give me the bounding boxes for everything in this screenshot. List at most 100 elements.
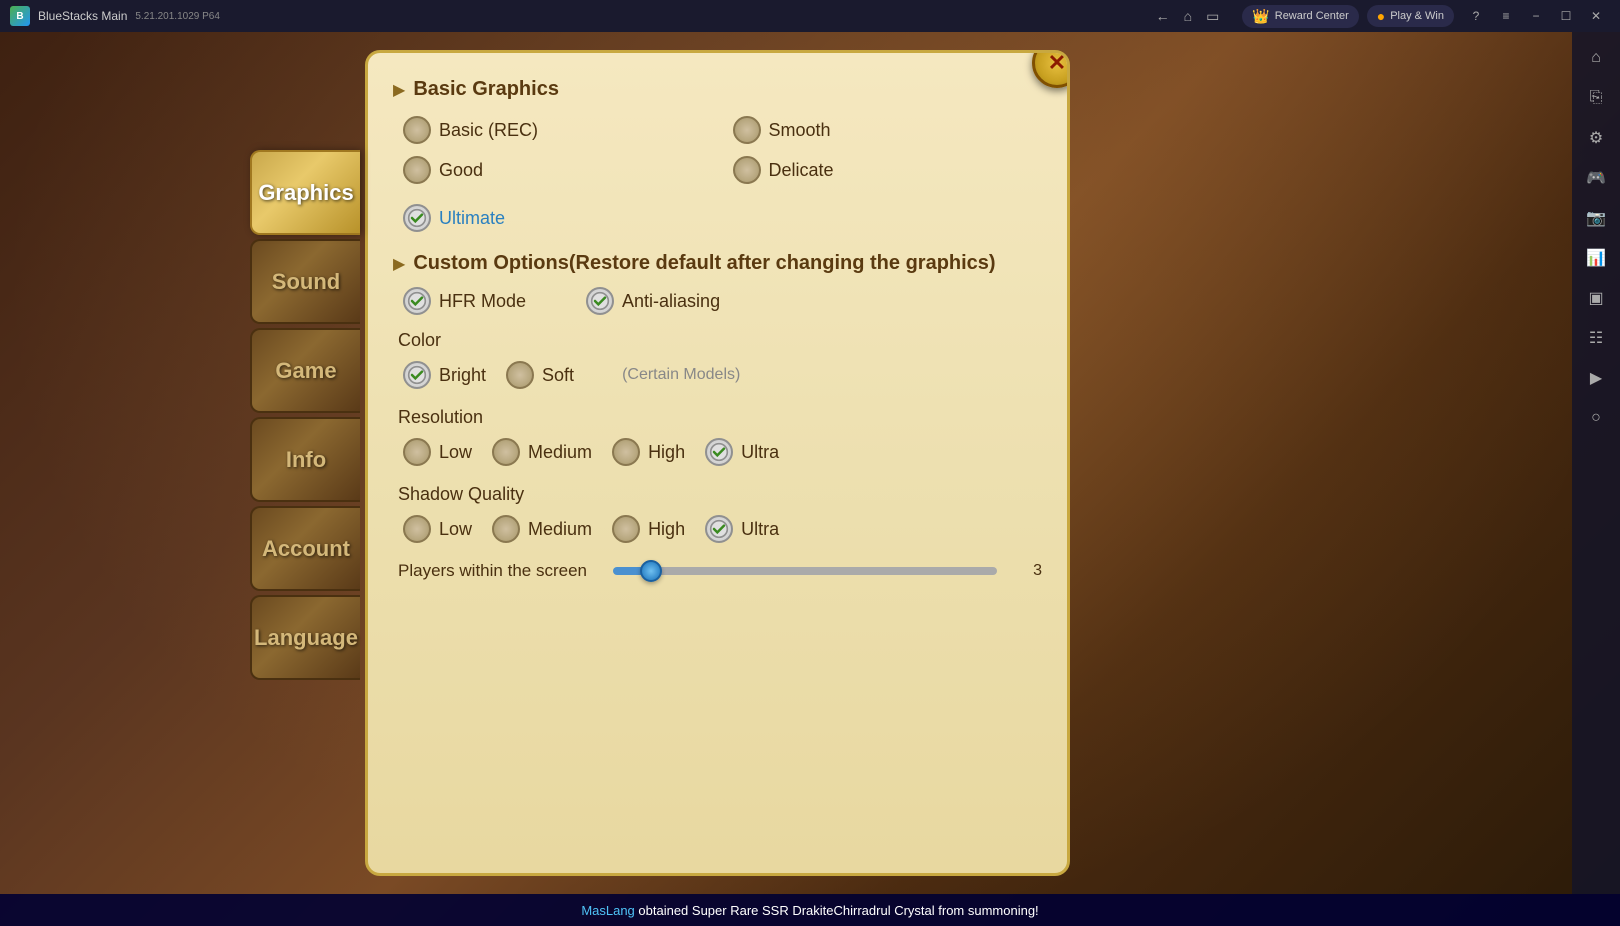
- radio-hfr-mode: [403, 287, 431, 315]
- label-shadow-medium: Medium: [528, 519, 592, 540]
- option-soft[interactable]: Soft: [506, 361, 574, 389]
- tab-game[interactable]: Game: [250, 328, 360, 413]
- option-res-high[interactable]: High: [612, 438, 685, 466]
- radio-basic-rec: [403, 116, 431, 144]
- app-subtitle: 5.21.201.1029 P64: [135, 11, 220, 22]
- option-ultimate[interactable]: Ultimate: [393, 204, 1042, 232]
- option-shadow-ultra[interactable]: Ultra: [705, 515, 779, 543]
- option-certain-models[interactable]: (Certain Models): [594, 366, 740, 384]
- crown-icon: 👑: [1252, 8, 1269, 25]
- restore-button[interactable]: ☐: [1552, 2, 1580, 30]
- label-bright: Bright: [439, 365, 486, 386]
- option-shadow-high[interactable]: High: [612, 515, 685, 543]
- tab-sound[interactable]: Sound: [250, 239, 360, 324]
- option-res-ultra[interactable]: Ultra: [705, 438, 779, 466]
- label-res-ultra: Ultra: [741, 442, 779, 463]
- radio-shadow-high: [612, 515, 640, 543]
- option-shadow-medium[interactable]: Medium: [492, 515, 592, 543]
- window-controls: ? ≡ − ☐ ✕: [1462, 2, 1610, 30]
- sidebar-eco-icon[interactable]: ○: [1578, 400, 1614, 436]
- close-x-icon: ✕: [1048, 50, 1066, 76]
- option-delicate[interactable]: Delicate: [733, 156, 1043, 184]
- sidebar-analytics-icon[interactable]: 📊: [1578, 240, 1614, 276]
- players-slider-track[interactable]: [613, 567, 997, 575]
- right-sidebar: ⌂ ⎘ ⚙ 🎮 📷 📊 ▣ ☷ ▶ ○: [1572, 32, 1620, 894]
- sidebar-home-icon[interactable]: ⌂: [1578, 40, 1614, 76]
- radio-shadow-low: [403, 515, 431, 543]
- option-res-medium[interactable]: Medium: [492, 438, 592, 466]
- sidebar-camera-icon[interactable]: 📷: [1578, 200, 1614, 236]
- radio-res-medium: [492, 438, 520, 466]
- reward-center-button[interactable]: 👑 Reward Center: [1242, 5, 1358, 28]
- label-res-medium: Medium: [528, 442, 592, 463]
- settings-dialog: Graphics Sound Game Info Account Languag…: [250, 50, 1070, 876]
- option-anti-aliasing[interactable]: Anti-aliasing: [586, 287, 720, 315]
- checkmark-ultimate-icon: [407, 208, 427, 228]
- reward-center-label: Reward Center: [1275, 10, 1349, 22]
- close-button[interactable]: ✕: [1582, 2, 1610, 30]
- play-win-label: Play & Win: [1390, 10, 1444, 22]
- option-res-low[interactable]: Low: [403, 438, 472, 466]
- checkmark-antialias-icon: [590, 291, 610, 311]
- players-slider-label: Players within the screen: [398, 561, 598, 581]
- sidebar-multi-icon[interactable]: ☷: [1578, 320, 1614, 356]
- tab-language[interactable]: Language: [250, 595, 360, 680]
- minimize-button[interactable]: −: [1522, 2, 1550, 30]
- tab-info[interactable]: Info: [250, 417, 360, 502]
- content-panel: ✕ ▶ Basic Graphics Basic (REC) Smooth Go…: [365, 50, 1070, 876]
- radio-shadow-ultra: [705, 515, 733, 543]
- home-button[interactable]: ⌂: [1179, 6, 1197, 26]
- basic-graphics-title: Basic Graphics: [413, 78, 559, 101]
- radio-ultimate: [403, 204, 431, 232]
- sidebar-screenshot-icon[interactable]: ▣: [1578, 280, 1614, 316]
- titlebar-left: B BlueStacks Main 5.21.201.1029 P64: [0, 6, 1143, 26]
- players-slider-value: 3: [1012, 562, 1042, 580]
- help-button[interactable]: ?: [1462, 2, 1490, 30]
- label-ultimate: Ultimate: [439, 208, 505, 229]
- status-text: MasLang obtained Super Rare SSR DrakiteC…: [581, 903, 1038, 918]
- color-options-row: Bright Soft (Certain Models): [393, 361, 1042, 389]
- option-basic-rec[interactable]: Basic (REC): [403, 116, 713, 144]
- resolution-title: Resolution: [393, 407, 1042, 428]
- radio-shadow-medium: [492, 515, 520, 543]
- tabs-panel: Graphics Sound Game Info Account Languag…: [250, 50, 370, 876]
- back-button[interactable]: ←: [1151, 6, 1175, 26]
- option-shadow-low[interactable]: Low: [403, 515, 472, 543]
- label-anti-aliasing: Anti-aliasing: [622, 291, 720, 312]
- custom-options-header: ▶ Custom Options(Restore default after c…: [393, 252, 1042, 275]
- basic-graphics-header: ▶ Basic Graphics: [393, 78, 1042, 101]
- tab-account[interactable]: Account: [250, 506, 360, 591]
- titlebar-right: 👑 Reward Center ● Play & Win ? ≡ − ☐ ✕: [1232, 2, 1620, 30]
- option-smooth[interactable]: Smooth: [733, 116, 1043, 144]
- radio-good: [403, 156, 431, 184]
- radio-res-ultra: [705, 438, 733, 466]
- titlebar-nav: ← ⌂ ▭: [1143, 6, 1233, 27]
- label-hfr-mode: HFR Mode: [439, 291, 526, 312]
- checkmark-bright-icon: [407, 365, 427, 385]
- sidebar-gamepad-icon[interactable]: 🎮: [1578, 160, 1614, 196]
- label-delicate: Delicate: [769, 160, 834, 181]
- menu-button[interactable]: ≡: [1492, 2, 1520, 30]
- label-soft: Soft: [542, 365, 574, 386]
- tab-graphics[interactable]: Graphics: [250, 150, 360, 235]
- label-shadow-low: Low: [439, 519, 472, 540]
- app-title: BlueStacks Main: [38, 9, 127, 23]
- radio-res-high: [612, 438, 640, 466]
- players-slider-thumb[interactable]: [640, 560, 662, 582]
- copy-button[interactable]: ▭: [1201, 6, 1224, 27]
- label-res-low: Low: [439, 442, 472, 463]
- play-win-button[interactable]: ● Play & Win: [1367, 5, 1454, 27]
- shadow-quality-title: Shadow Quality: [393, 484, 1042, 505]
- checkmark-res-ultra-icon: [709, 442, 729, 462]
- custom-arrow-icon: ▶: [393, 254, 405, 274]
- sidebar-keyboard-icon[interactable]: ⎘: [1578, 80, 1614, 116]
- option-good[interactable]: Good: [403, 156, 713, 184]
- option-bright[interactable]: Bright: [403, 361, 486, 389]
- label-smooth: Smooth: [769, 120, 831, 141]
- label-res-high: High: [648, 442, 685, 463]
- sidebar-settings-icon[interactable]: ⚙: [1578, 120, 1614, 156]
- option-hfr-mode[interactable]: HFR Mode: [403, 287, 526, 315]
- label-good: Good: [439, 160, 483, 181]
- players-slider-section: Players within the screen 3: [393, 561, 1042, 581]
- sidebar-macro-icon[interactable]: ▶: [1578, 360, 1614, 396]
